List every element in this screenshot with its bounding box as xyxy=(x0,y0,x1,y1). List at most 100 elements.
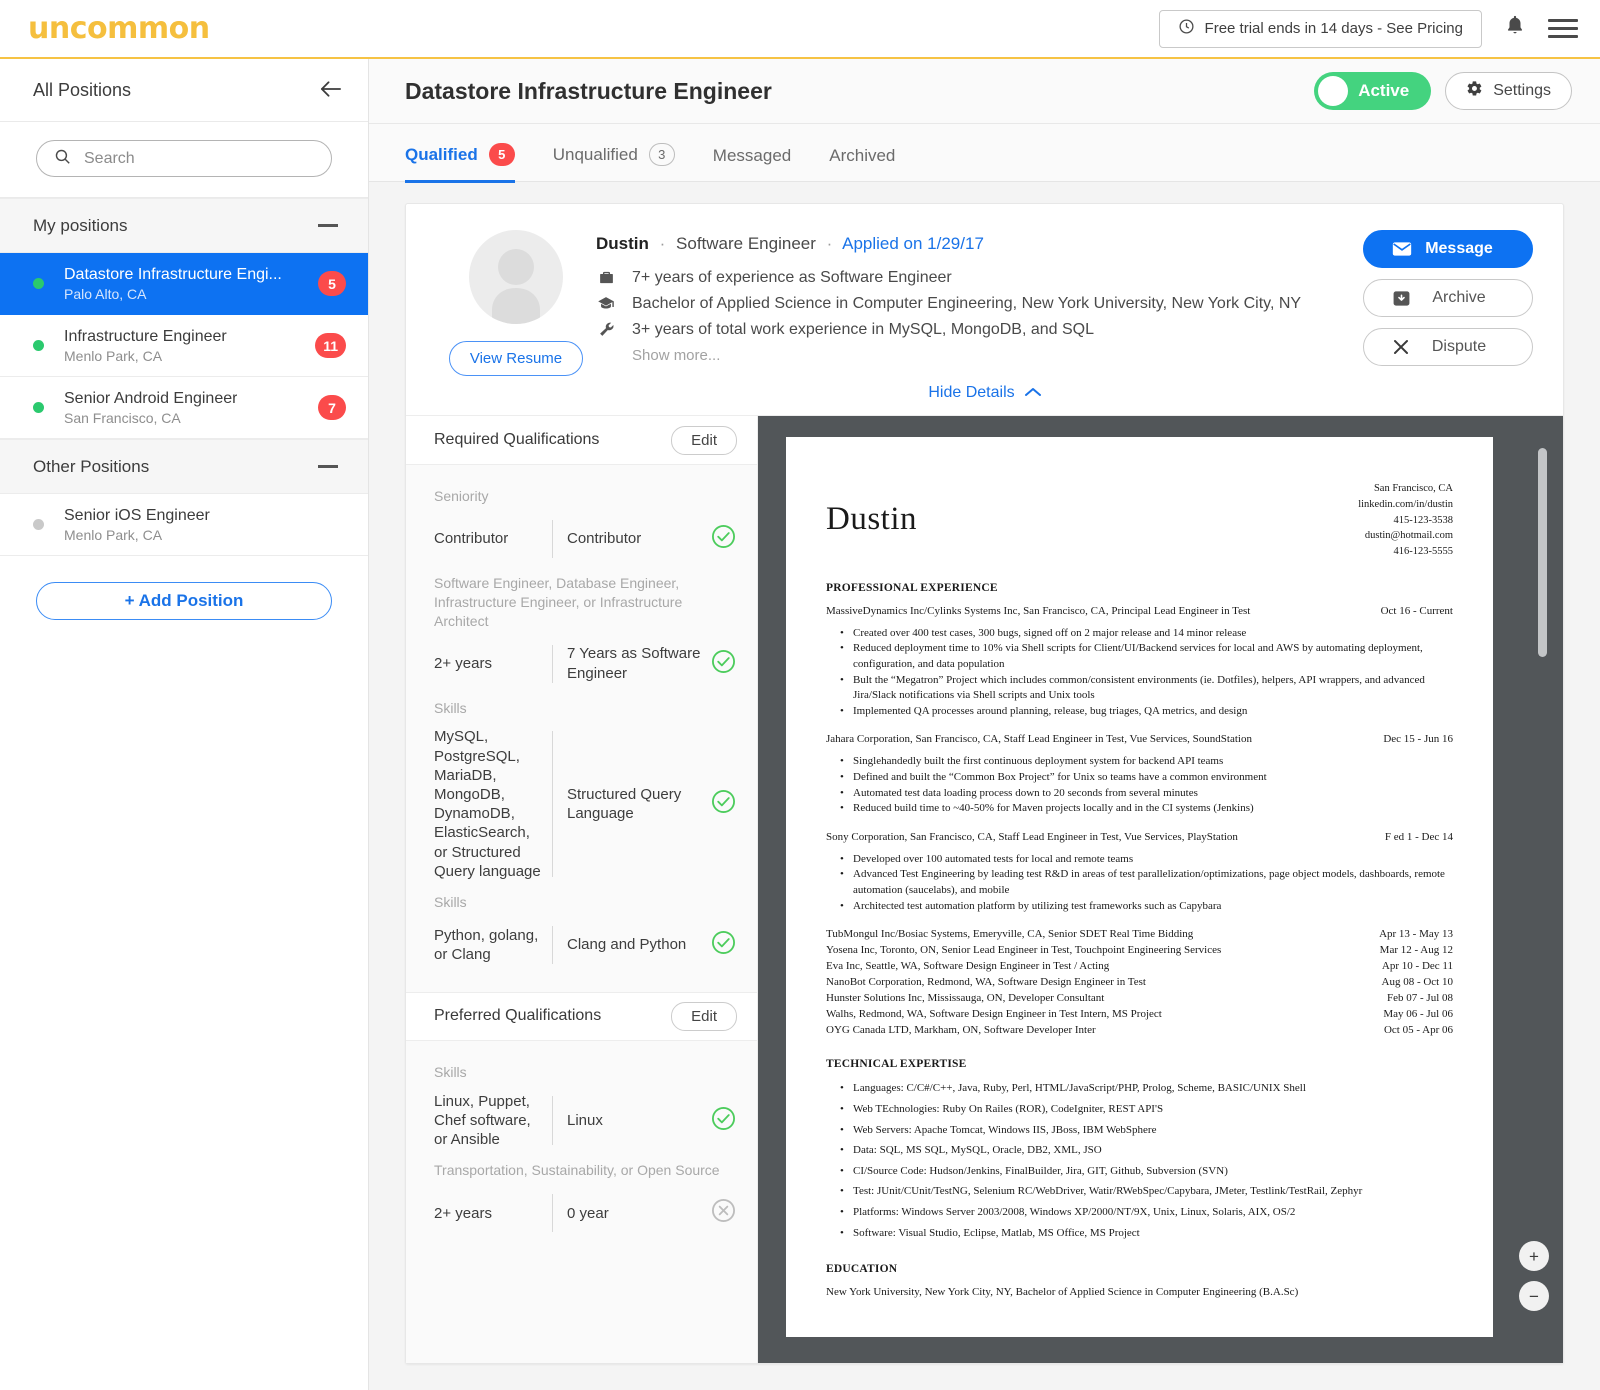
sidebar-item-senior-android-engineer[interactable]: Senior Android Engineer San Francisco, C… xyxy=(0,377,368,439)
contact-line: 416-123-5555 xyxy=(1393,546,1454,557)
applied-date-link[interactable]: Applied on 1/29/17 xyxy=(842,234,984,253)
sidebar-item-datastore-infrastructure-engineer[interactable]: Datastore Infrastructure Engi... Palo Al… xyxy=(0,253,368,315)
sidebar-item-senior-ios-engineer[interactable]: Senior iOS Engineer Menlo Park, CA xyxy=(0,494,368,556)
resume-scrollbar[interactable] xyxy=(1538,448,1547,1318)
resume-section-heading: PROFESSIONAL EXPERIENCE xyxy=(826,581,998,594)
candidate-details: Dustin · Software Engineer · Applied on … xyxy=(596,230,1343,376)
qualification-category: Skills xyxy=(434,1063,467,1080)
job-title-line: Jahara Corporation, San Francisco, CA, S… xyxy=(826,733,1252,746)
candidate-header: View Resume Dustin · Software Engineer ·… xyxy=(406,204,1563,376)
dispute-button[interactable]: Dispute xyxy=(1363,328,1533,366)
add-position-button[interactable]: + Add Position xyxy=(36,582,332,620)
resume-section-heading: TECHNICAL EXPERTISE xyxy=(826,1058,967,1071)
qualification-requirement: MySQL, PostgreSQL, MariaDB, MongoDB, Dyn… xyxy=(434,728,541,880)
back-arrow-icon[interactable] xyxy=(319,79,342,102)
tab-archived[interactable]: Archived xyxy=(829,146,895,183)
qualification-category: Skills xyxy=(434,699,467,716)
job-dates: Mar 12 - Aug 12 xyxy=(1379,944,1453,957)
collapse-icon[interactable] xyxy=(318,224,338,227)
bell-icon[interactable] xyxy=(1504,14,1526,43)
divider xyxy=(552,925,553,964)
message-button[interactable]: Message xyxy=(1363,230,1533,268)
resume-job-line: TubMongul Inc/Bosiac Systems, Emeryville… xyxy=(826,928,1453,940)
zoom-controls: + − xyxy=(1519,1241,1549,1311)
candidate-fact-skills: 3+ years of total work experience in MyS… xyxy=(596,321,1343,339)
collapse-icon[interactable] xyxy=(318,465,338,468)
qualification-row: 2+ years 0 year xyxy=(434,1190,737,1236)
fact-text: 7+ years of experience as Software Engin… xyxy=(632,269,952,286)
job-dates: Oct 05 - Apr 06 xyxy=(1383,1024,1453,1037)
position-location: Menlo Park, CA xyxy=(64,347,163,364)
settings-label: Settings xyxy=(1493,82,1551,99)
free-trial-pricing-button[interactable]: Free trial ends in 14 days - See Pricing xyxy=(1158,9,1482,48)
search-input[interactable] xyxy=(84,149,314,168)
candidate-role: Software Engineer xyxy=(676,234,816,253)
hamburger-menu-icon[interactable] xyxy=(1548,19,1578,38)
show-more-link[interactable]: Show more... xyxy=(632,347,1343,364)
zoom-out-icon[interactable]: − xyxy=(1519,1281,1549,1311)
position-badge: 11 xyxy=(315,333,346,358)
bullet: Created over 400 test cases, 300 bugs, s… xyxy=(840,626,1453,642)
fail-x-icon xyxy=(711,1198,737,1228)
tab-label: Messaged xyxy=(712,146,792,165)
settings-button[interactable]: Settings xyxy=(1445,72,1572,110)
zoom-in-icon[interactable]: + xyxy=(1519,1241,1549,1271)
tab-qualified[interactable]: Qualified 5 xyxy=(405,143,515,183)
search-box[interactable] xyxy=(36,140,332,177)
edit-required-button[interactable]: Edit xyxy=(671,425,737,455)
contact-line: 415-123-3538 xyxy=(1393,514,1454,526)
top-bar: uncommon Free trial ends in 14 days - Se… xyxy=(0,0,1600,59)
qualification-row: Linux, Puppet, Chef software, or Ansible… xyxy=(434,1092,737,1150)
main-header: Datastore Infrastructure Engineer Active… xyxy=(369,59,1600,124)
position-text: Infrastructure Engineer Menlo Park, CA xyxy=(64,328,227,364)
position-title: Datastore Infrastructure Engi... xyxy=(64,265,282,283)
sidebar-group-my-positions[interactable]: My positions xyxy=(0,198,368,253)
job-dates: Aug 08 - Oct 10 xyxy=(1381,976,1454,989)
status-dot xyxy=(33,402,44,413)
bullet: Implemented QA processes around planning… xyxy=(840,704,1453,720)
tab-unqualified[interactable]: Unqualified 3 xyxy=(553,143,675,183)
scrollbar-thumb[interactable] xyxy=(1538,448,1547,657)
tab-messaged[interactable]: Messaged xyxy=(713,146,791,183)
clock-icon xyxy=(1178,18,1195,39)
bullet: Bult the “Megatron” Project which includ… xyxy=(840,673,1453,704)
edit-preferred-button[interactable]: Edit xyxy=(671,1001,737,1031)
sidebar-item-infrastructure-engineer[interactable]: Infrastructure Engineer Menlo Park, CA 1… xyxy=(0,315,368,377)
required-qualifications-body: Seniority Contributor Contributor Softwa… xyxy=(406,465,757,992)
sidebar-group-other-positions[interactable]: Other Positions xyxy=(0,439,368,494)
avatar xyxy=(469,230,563,324)
button-label: Archive xyxy=(1432,289,1486,306)
hide-details-label: Hide Details xyxy=(928,384,1015,401)
position-location: Menlo Park, CA xyxy=(64,526,163,543)
job-title-line: TubMongul Inc/Bosiac Systems, Emeryville… xyxy=(826,928,1194,941)
button-label: Dispute xyxy=(1431,338,1487,355)
bullet: Test: JUnit/CUnit/TestNG, Selenium RC/We… xyxy=(840,1184,1453,1200)
pass-check-icon xyxy=(711,1106,737,1136)
bullet: Languages: C/C#/C++, Java, Ruby, Perl, H… xyxy=(840,1081,1453,1097)
tab-badge: 3 xyxy=(648,143,675,166)
tab-label: Qualified xyxy=(405,144,478,164)
resume-job-line: MassiveDynamics Inc/Cylinks Systems Inc,… xyxy=(826,605,1453,617)
view-resume-button[interactable]: View Resume xyxy=(448,341,584,376)
qualification-category: Transportation, Sustainability, or Open … xyxy=(434,1162,720,1179)
job-title-line: Eva Inc, Seattle, WA, Software Design En… xyxy=(826,960,1110,973)
main-panel: Datastore Infrastructure Engineer Active… xyxy=(369,59,1600,1390)
qualification-category: Software Engineer, Database Engineer, In… xyxy=(434,574,683,629)
job-title-line: Sony Corporation, San Francisco, CA, Sta… xyxy=(826,830,1238,843)
candidate-name: Dustin xyxy=(596,234,649,253)
divider xyxy=(552,519,553,558)
toggle-label: Active xyxy=(1358,81,1410,100)
resume-job-line: OYG Canada LTD, Markham, ON, Software De… xyxy=(826,1024,1453,1036)
gear-icon xyxy=(1466,80,1483,102)
archive-button[interactable]: Archive xyxy=(1363,279,1533,317)
bullet: Software: Visual Studio, Eclipse, Matlab… xyxy=(840,1226,1453,1242)
divider xyxy=(552,644,553,683)
pass-check-icon xyxy=(711,524,737,554)
app-logo[interactable]: uncommon xyxy=(28,11,210,46)
hide-details-toggle[interactable]: Hide Details xyxy=(406,376,1563,415)
sidebar-header: All Positions xyxy=(0,59,368,122)
resume-job-line: Sony Corporation, San Francisco, CA, Sta… xyxy=(826,831,1453,843)
active-toggle[interactable]: Active xyxy=(1314,72,1432,110)
resume-job-bullets: Singlehandedly built the first continuou… xyxy=(840,754,1453,816)
pass-check-icon xyxy=(711,789,737,819)
